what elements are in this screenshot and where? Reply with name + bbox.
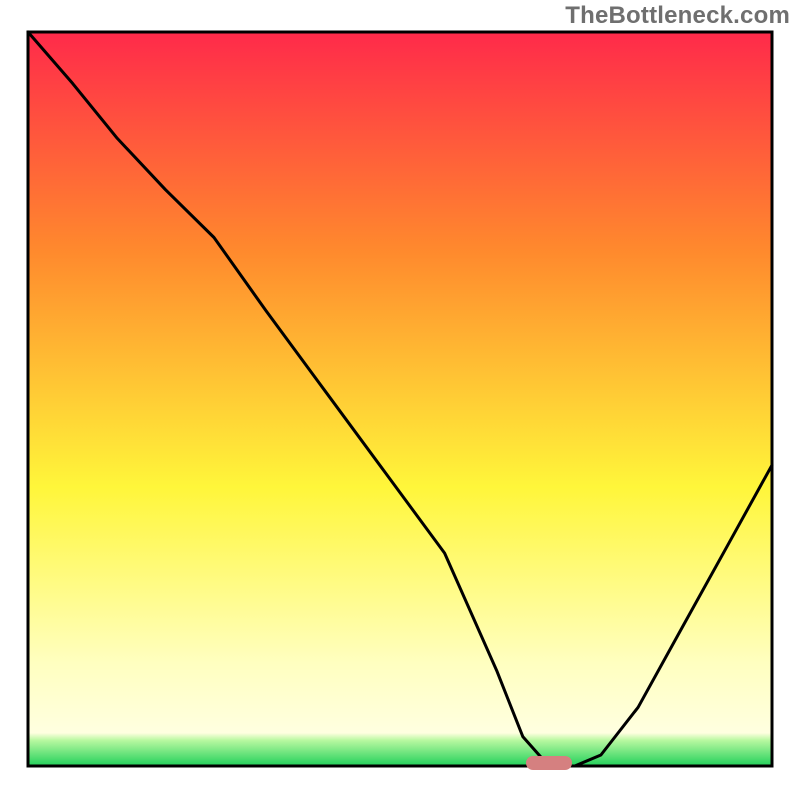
- optimal-point-marker: [526, 756, 572, 770]
- bottleneck-chart: [0, 0, 800, 800]
- chart-container: TheBottleneck.com: [0, 0, 800, 800]
